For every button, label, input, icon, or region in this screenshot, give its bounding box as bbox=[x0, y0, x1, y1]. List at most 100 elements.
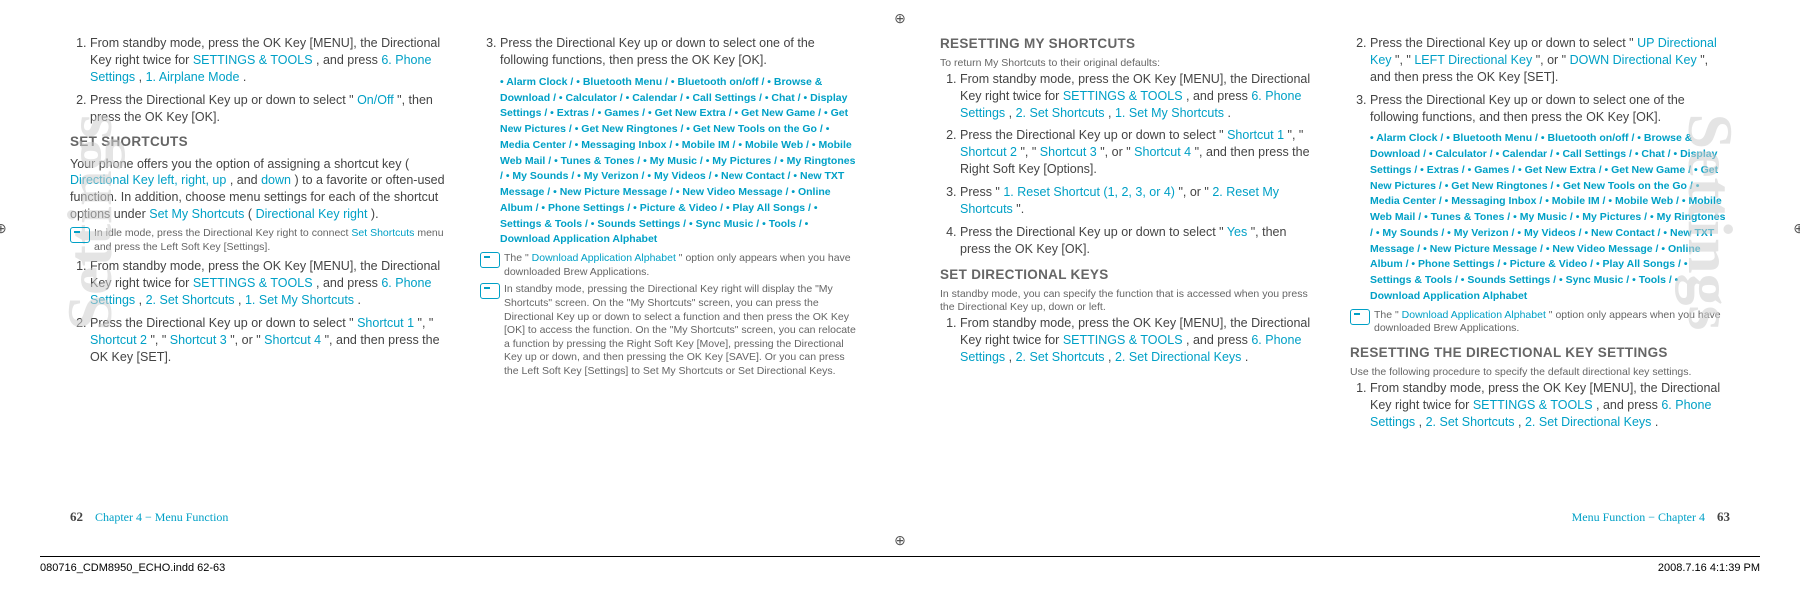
link: Shortcut 3 bbox=[1040, 145, 1097, 159]
tip: The " Download Application Alphabet " op… bbox=[480, 252, 860, 279]
tip-icon bbox=[70, 227, 90, 243]
print-file-label: 080716_CDM8950_ECHO.indd 62-63 bbox=[40, 562, 225, 574]
step: Press the Directional Key up or down to … bbox=[90, 315, 450, 366]
txt: ", " bbox=[1395, 53, 1411, 67]
tip-icon bbox=[480, 252, 500, 268]
link: LEFT Directional Key bbox=[1414, 53, 1532, 67]
txt: The " bbox=[504, 252, 529, 264]
txt: , bbox=[238, 293, 245, 307]
page-63: Settings RESETTING MY SHORTCUTS To retur… bbox=[900, 35, 1730, 530]
cropmark-left-icon: ⊕ bbox=[0, 220, 7, 237]
heading-set-directional: SET DIRECTIONAL KEYS bbox=[940, 266, 1320, 284]
txt: , bbox=[1108, 106, 1115, 120]
link: Shortcut 2 bbox=[960, 145, 1017, 159]
txt: Press the Directional Key up or down to … bbox=[500, 36, 815, 67]
paragraph: To return My Shortcuts to their original… bbox=[940, 57, 1320, 71]
step: From standby mode, press the OK Key [MEN… bbox=[960, 315, 1320, 366]
chapter-title: Chapter 4 − Menu Function bbox=[95, 510, 228, 524]
link: Yes bbox=[1227, 225, 1247, 239]
link: Set My Shortcuts bbox=[149, 207, 244, 221]
link: 2. Set Shortcuts bbox=[1016, 350, 1105, 364]
link: Shortcut 4 bbox=[1134, 145, 1191, 159]
link: 2. Set Directional Keys bbox=[1115, 350, 1241, 364]
txt: ", or " bbox=[230, 333, 260, 347]
txt: , bbox=[139, 293, 146, 307]
txt: Press the Directional Key up or down to … bbox=[960, 128, 1224, 142]
heading-reset-directional: RESETTING THE DIRECTIONAL KEY SETTINGS bbox=[1350, 344, 1730, 362]
step: Press the Directional Key up or down to … bbox=[1370, 92, 1730, 126]
tip: In standby mode, pressing the Directiona… bbox=[480, 283, 860, 378]
step: From standby mode, press the OK Key [MEN… bbox=[90, 258, 450, 309]
link: Shortcut 1 bbox=[1227, 128, 1284, 142]
cropmark-top-icon: ⊕ bbox=[894, 10, 906, 27]
link: On/Off bbox=[357, 93, 394, 107]
link: Directional Key right bbox=[256, 207, 368, 221]
step: Press the Directional Key up or down to … bbox=[960, 127, 1320, 178]
txt: Press the Directional Key up or down to … bbox=[1370, 93, 1685, 124]
p63-col1: RESETTING MY SHORTCUTS To return My Shor… bbox=[940, 35, 1320, 530]
txt: ". bbox=[1016, 202, 1024, 216]
chapter-title: Menu Function − Chapter 4 bbox=[1572, 510, 1705, 524]
function-list: • Alarm Clock / • Bluetooth Menu / • Blu… bbox=[500, 75, 860, 248]
cropmark-bottom-icon: ⊕ bbox=[894, 532, 906, 549]
page-number: 63 bbox=[1717, 509, 1730, 524]
heading-reset-shortcuts: RESETTING MY SHORTCUTS bbox=[940, 35, 1320, 53]
txt: The " bbox=[1374, 309, 1399, 321]
txt: ", or " bbox=[1100, 145, 1130, 159]
heading-set-shortcuts: SET SHORTCUTS bbox=[70, 133, 450, 151]
txt: , and press bbox=[316, 276, 381, 290]
p62-col2: Press the Directional Key up or down to … bbox=[480, 35, 860, 530]
paragraph: In standby mode, you can specify the fun… bbox=[940, 288, 1320, 315]
step: From standby mode, press the OK Key [MEN… bbox=[90, 35, 450, 86]
cropmark-right-icon: ⊕ bbox=[1793, 220, 1800, 237]
txt: , bbox=[1108, 350, 1115, 364]
link: Shortcut 2 bbox=[90, 333, 147, 347]
link: 1. Reset Shortcut (1, 2, 3, or 4) bbox=[1003, 185, 1175, 199]
txt: , bbox=[1518, 415, 1525, 429]
txt: ", " bbox=[1020, 145, 1036, 159]
link: Shortcut 3 bbox=[170, 333, 227, 347]
link: 2. Set Shortcuts bbox=[146, 293, 235, 307]
txt: ( bbox=[248, 207, 252, 221]
link: SETTINGS & TOOLS bbox=[1063, 333, 1183, 347]
tip-icon bbox=[480, 283, 500, 299]
txt: , bbox=[1419, 415, 1426, 429]
print-timestamp: 2008.7.16 4:1:39 PM bbox=[1658, 562, 1760, 574]
page-footer-right: Menu Function − Chapter 4 63 bbox=[1572, 509, 1730, 525]
txt: ", " bbox=[418, 316, 434, 330]
txt: Press the Directional Key up or down to … bbox=[90, 93, 354, 107]
link: 2. Set Directional Keys bbox=[1525, 415, 1651, 429]
txt: . bbox=[1245, 350, 1248, 364]
link: Shortcut 4 bbox=[264, 333, 321, 347]
txt: In standby mode, pressing the Directiona… bbox=[504, 283, 860, 378]
paragraph: Use the following procedure to specify t… bbox=[1350, 366, 1730, 380]
link: down bbox=[261, 173, 291, 187]
step: From standby mode, press the OK Key [MEN… bbox=[960, 71, 1320, 122]
txt: . bbox=[1655, 415, 1658, 429]
page-number: 62 bbox=[70, 509, 83, 524]
tip: The " Download Application Alphabet " op… bbox=[1350, 309, 1730, 336]
tip: In idle mode, press the Directional Key … bbox=[70, 227, 450, 254]
link: Directional Key left, right, up bbox=[70, 173, 226, 187]
txt: , and press bbox=[1596, 398, 1661, 412]
txt: Press the Directional Key up or down to … bbox=[960, 225, 1224, 239]
txt: , bbox=[139, 70, 146, 84]
txt: , and press bbox=[316, 53, 381, 67]
link: 1. Set My Shortcuts bbox=[1115, 106, 1224, 120]
txt: , and press bbox=[1186, 89, 1251, 103]
txt: In idle mode, press the Directional Key … bbox=[94, 227, 351, 239]
step: Press " 1. Reset Shortcut (1, 2, 3, or 4… bbox=[960, 184, 1320, 218]
txt: Press the Directional Key up or down to … bbox=[90, 316, 354, 330]
txt: . bbox=[1228, 106, 1231, 120]
link: SETTINGS & TOOLS bbox=[1473, 398, 1593, 412]
link: SETTINGS & TOOLS bbox=[1063, 89, 1183, 103]
txt: , bbox=[1009, 106, 1016, 120]
tip-icon bbox=[1350, 309, 1370, 325]
txt: ", or " bbox=[1536, 53, 1566, 67]
txt: , bbox=[1009, 350, 1016, 364]
txt: , and bbox=[230, 173, 261, 187]
link: DOWN Directional Key bbox=[1570, 53, 1697, 67]
p62-col1: From standby mode, press the OK Key [MEN… bbox=[70, 35, 450, 530]
txt: , and press bbox=[1186, 333, 1251, 347]
txt: . bbox=[243, 70, 246, 84]
